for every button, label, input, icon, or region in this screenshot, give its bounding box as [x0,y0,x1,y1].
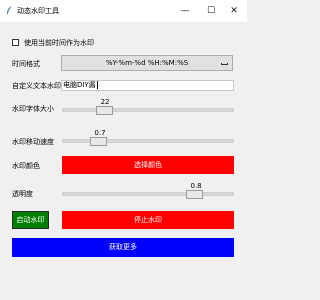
move-speed-slider[interactable]: 0.7 [62,129,234,146]
choose-color-button[interactable]: 选择颜色 [62,156,234,174]
window-title: 动态水印工具 [17,7,59,15]
color-label: 水印颜色 [12,162,40,170]
move-speed-value: 0.7 [94,129,106,137]
close-button[interactable]: ✕ [221,0,247,22]
opacity-value: 0.8 [190,182,202,190]
move-speed-track[interactable] [62,139,234,143]
custom-text-label: 自定义文本水印 [12,82,61,90]
get-more-button[interactable]: 获取更多 [12,238,234,257]
time-format-label: 时间格式 [12,60,40,68]
font-size-value: 22 [100,98,110,106]
time-format-value: %Y-%m-%d %H:%M:%S [105,59,189,67]
stop-watermark-button[interactable]: 停止水印 [62,211,234,229]
move-speed-label: 水印移动速度 [12,138,54,146]
opacity-label: 透明度 [12,190,33,198]
title-bar: 动态水印工具 — ☐ ✕ [0,0,247,22]
dropdown-indicator-icon [221,63,228,65]
custom-text-value: 电脑DIY酱 [63,81,96,89]
font-size-slider[interactable]: 22 [62,98,234,115]
use-time-label: 使用当前时间作为水印 [24,39,94,47]
opacity-track[interactable] [62,192,234,196]
move-speed-thumb[interactable] [89,137,107,146]
font-size-thumb[interactable] [96,106,114,115]
font-size-track[interactable] [62,108,234,112]
minimize-button[interactable]: — [172,0,198,22]
text-caret [96,81,98,89]
font-size-label: 水印字体大小 [12,105,54,113]
custom-text-input[interactable]: 电脑DIY酱 [61,80,234,91]
use-time-checkbox[interactable] [12,39,19,46]
start-watermark-button[interactable]: 启动水印 [12,211,49,229]
opacity-thumb[interactable] [186,190,203,199]
feather-icon [7,6,12,14]
opacity-slider[interactable]: 0.8 [62,182,234,199]
time-format-dropdown[interactable]: %Y-%m-%d %H:%M:%S [61,55,233,71]
